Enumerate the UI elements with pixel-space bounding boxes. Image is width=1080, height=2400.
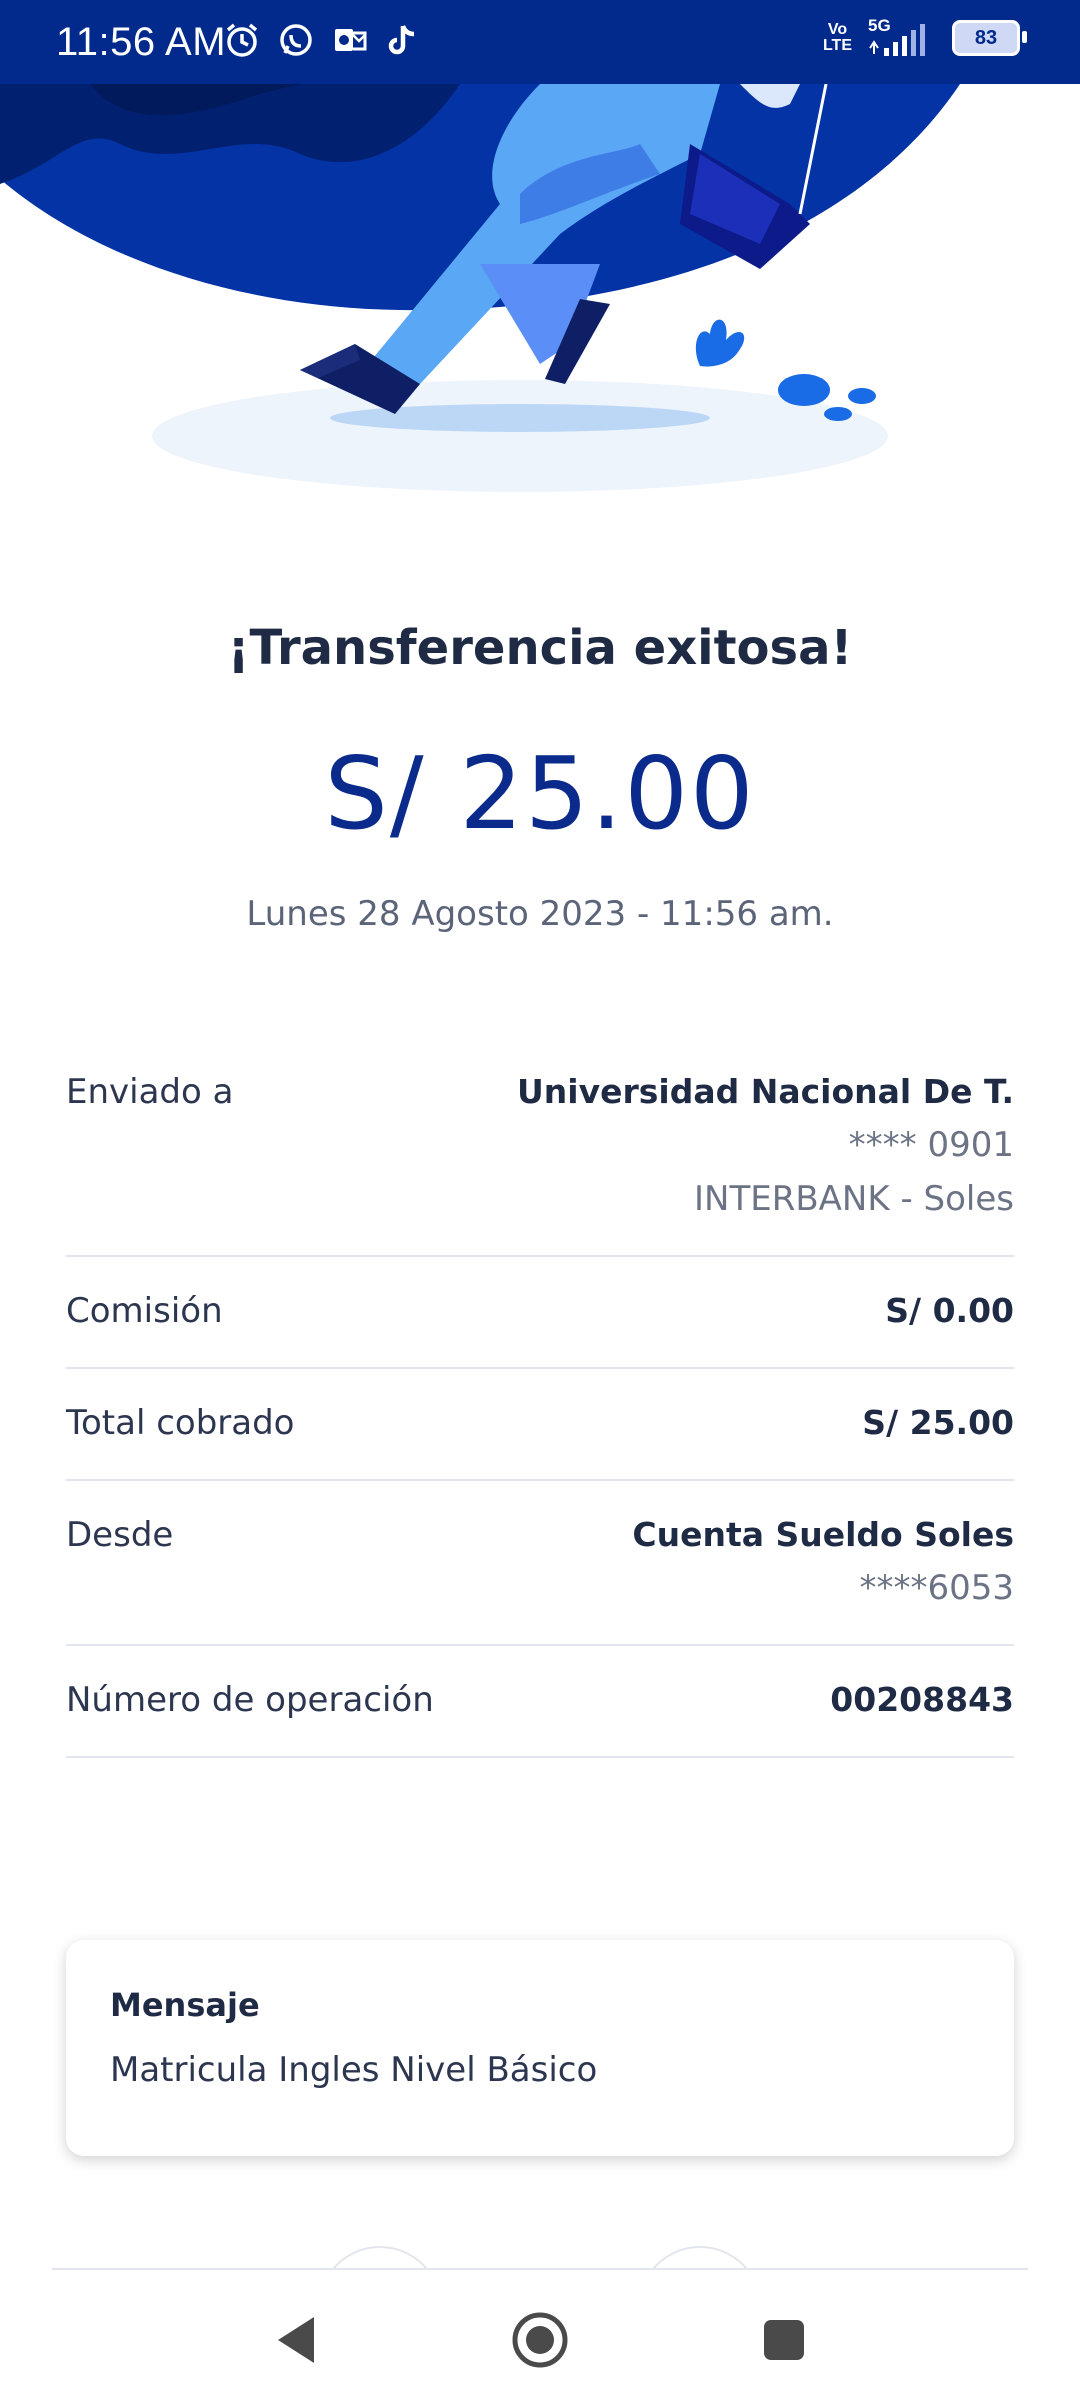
- status-bar: 11:56 AM Vo LTE 5G 83: [0, 0, 1080, 84]
- volte-indicator: Vo LTE: [822, 21, 852, 54]
- home-icon[interactable]: [510, 2310, 570, 2370]
- total-value: S/ 25.00: [862, 1403, 1014, 1442]
- source-account-name: Cuenta Sueldo Soles: [632, 1515, 1014, 1554]
- detail-label: Desde: [66, 1515, 174, 1555]
- message-text: Matricula Ingles Nivel Básico: [110, 2050, 598, 2090]
- alarm-icon: [222, 20, 262, 60]
- navigation-bar: [0, 2270, 1080, 2400]
- transfer-datetime: Lunes 28 Agosto 2023 - 11:56 am.: [246, 894, 834, 934]
- back-icon[interactable]: [266, 2310, 326, 2370]
- transfer-details: Enviado a Universidad Nacional De T. ***…: [66, 1040, 1014, 1758]
- detail-label: Comisión: [66, 1291, 223, 1331]
- system-status: Vo LTE 5G 83: [822, 16, 1027, 58]
- detail-label: Enviado a: [66, 1072, 234, 1112]
- tiktok-icon: [384, 20, 424, 60]
- detail-row-total: Total cobrado S/ 25.00: [66, 1369, 1014, 1481]
- recipient-bank: INTERBANK - Soles: [694, 1179, 1014, 1219]
- source-account-number: ****6053: [859, 1568, 1014, 1608]
- status-time: 11:56 AM: [56, 20, 227, 64]
- battery-icon: 83: [952, 20, 1027, 56]
- outlook-icon: [330, 20, 370, 60]
- recipient-account: **** 0901: [848, 1125, 1014, 1165]
- transfer-amount: S/ 25.00: [324, 735, 756, 852]
- commission-value: S/ 0.00: [885, 1291, 1014, 1330]
- whatsapp-icon: [276, 20, 316, 60]
- detail-row-operation: Número de operación 00208843: [66, 1646, 1014, 1758]
- detail-row-from: Desde Cuenta Sueldo Soles ****6053: [66, 1481, 1014, 1646]
- recipient-name: Universidad Nacional De T.: [516, 1072, 1014, 1111]
- recents-icon[interactable]: [754, 2310, 814, 2370]
- success-title: ¡Transferencia exitosa!: [227, 620, 853, 676]
- message-card: Mensaje Matricula Ingles Nivel Básico: [66, 1940, 1014, 2156]
- transfer-illustration: [0, 84, 960, 492]
- detail-row-sent-to: Enviado a Universidad Nacional De T. ***…: [66, 1040, 1014, 1257]
- notification-icons: [222, 20, 424, 60]
- message-title: Mensaje: [110, 1986, 260, 2024]
- detail-row-commission: Comisión S/ 0.00: [66, 1257, 1014, 1369]
- operation-number: 00208843: [830, 1680, 1014, 1719]
- detail-label: Total cobrado: [66, 1403, 295, 1443]
- signal-icon: 5G: [866, 16, 938, 58]
- detail-label: Número de operación: [66, 1680, 434, 1720]
